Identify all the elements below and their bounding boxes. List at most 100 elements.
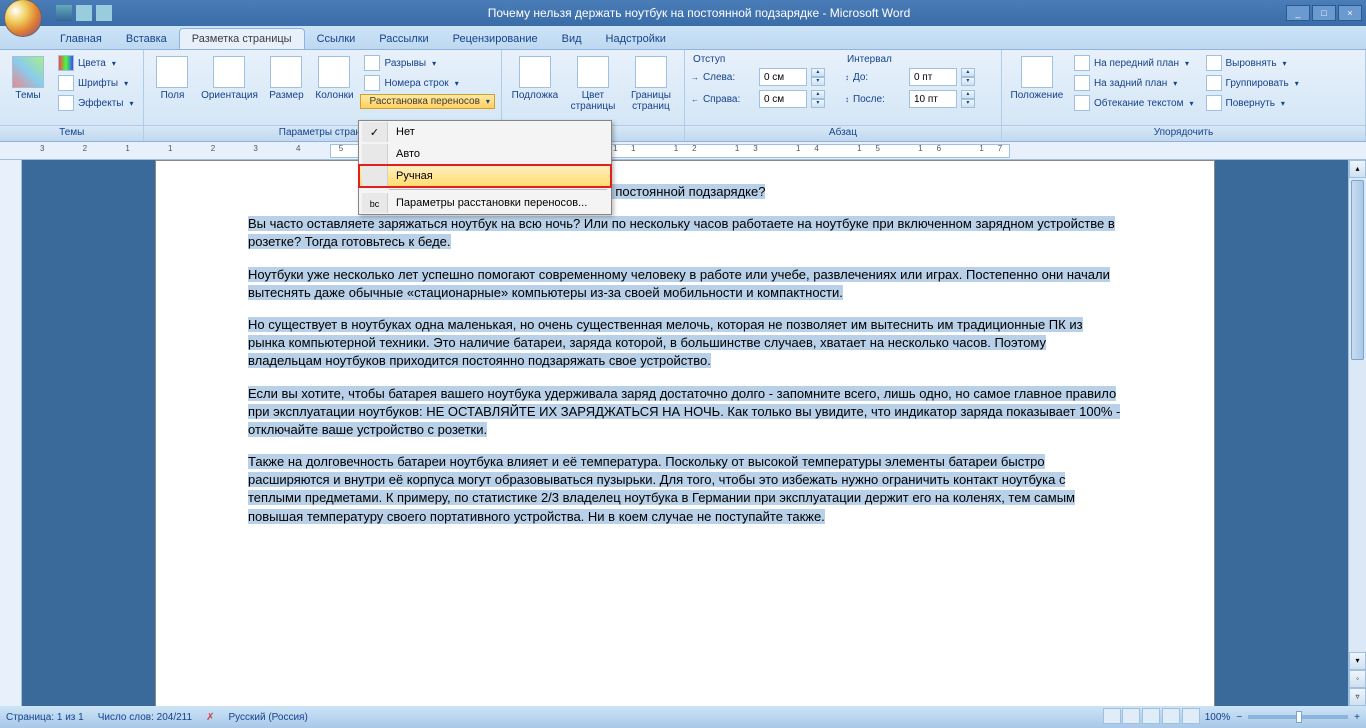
margins-icon (156, 56, 188, 88)
send-back-button[interactable]: На задний план (1070, 74, 1198, 92)
spin-up[interactable]: ▴ (811, 68, 825, 77)
tab-view[interactable]: Вид (550, 29, 594, 49)
spin-down[interactable]: ▾ (961, 77, 975, 86)
indent-left-input[interactable] (759, 68, 807, 86)
page-color-button[interactable]: Цвет страницы (566, 54, 620, 114)
window-title: Почему нельзя держать ноутбук на постоян… (112, 6, 1286, 20)
tab-home[interactable]: Главная (48, 29, 114, 49)
breaks-icon (364, 55, 380, 71)
tab-review[interactable]: Рецензирование (441, 29, 550, 49)
redo-icon[interactable] (96, 5, 112, 21)
minimize-btn[interactable]: _ (1286, 5, 1310, 21)
theme-colors[interactable]: Цвета (54, 54, 137, 72)
zoom-slider[interactable] (1248, 715, 1348, 719)
bring-front-icon (1074, 55, 1090, 71)
doc-p2[interactable]: Ноутбуки уже несколько лет успешно помог… (248, 267, 1110, 300)
doc-p1[interactable]: Вы часто оставляете заряжаться ноутбук н… (248, 216, 1115, 249)
position-button[interactable]: Положение (1008, 54, 1066, 103)
doc-p4[interactable]: Если вы хотите, чтобы батарея вашего ноу… (248, 386, 1120, 437)
indent-left-icon: → (691, 73, 699, 82)
save-icon[interactable] (56, 5, 72, 21)
columns-button[interactable]: Колонки (312, 54, 356, 103)
horizontal-ruler[interactable]: 3 2 1 1 2 3 4 5 6 7 8 9 10 11 12 13 14 1… (0, 142, 1366, 160)
spin-up[interactable]: ▴ (811, 90, 825, 99)
spacing-after-input[interactable] (909, 90, 957, 108)
next-page-icon[interactable]: ▿ (1349, 688, 1366, 706)
tab-addins[interactable]: Надстройки (594, 29, 678, 49)
zoom-in[interactable]: + (1354, 712, 1360, 723)
view-print-layout[interactable] (1103, 708, 1121, 724)
doc-p3[interactable]: Но существует в ноутбуках одна маленькая… (248, 317, 1083, 368)
size-icon (270, 56, 302, 88)
page-borders-button[interactable]: Границы страниц (624, 54, 678, 114)
doc-title[interactable]: а постоянной подзарядке? (605, 184, 766, 199)
scroll-down-icon[interactable]: ▾ (1349, 652, 1366, 670)
hyphen-auto[interactable]: Авто (359, 143, 611, 165)
view-outline[interactable] (1162, 708, 1180, 724)
orientation-icon (213, 56, 245, 88)
indent-label: Отступ (691, 54, 841, 65)
spacing-before-input[interactable] (909, 68, 957, 86)
size-button[interactable]: Размер (264, 54, 308, 103)
zoom-level[interactable]: 100% (1205, 712, 1231, 723)
position-icon (1021, 56, 1053, 88)
hyphenation-button[interactable]: Расстановка переносов (360, 94, 494, 109)
watermark-button[interactable]: Подложка (508, 54, 562, 103)
spin-up[interactable]: ▴ (961, 90, 975, 99)
align-button[interactable]: Выровнять (1202, 54, 1303, 72)
vertical-scrollbar[interactable]: ▴ ▾ ◦ ▿ (1348, 160, 1366, 706)
view-web[interactable] (1142, 708, 1160, 724)
theme-effects[interactable]: Эффекты (54, 94, 137, 112)
scroll-up-icon[interactable]: ▴ (1349, 160, 1366, 178)
rotate-button[interactable]: Повернуть (1202, 94, 1303, 112)
tab-references[interactable]: Ссылки (305, 29, 368, 49)
close-btn[interactable]: × (1338, 5, 1362, 21)
zoom-out[interactable]: − (1236, 712, 1242, 723)
office-button[interactable] (4, 0, 42, 37)
group-paragraph: Отступ →Слева:▴▾ ←Справа:▴▾ Интервал ↕До… (685, 50, 1002, 141)
breaks-button[interactable]: Разрывы (360, 54, 494, 72)
maximize-btn[interactable]: □ (1312, 5, 1336, 21)
status-words[interactable]: Число слов: 204/211 (98, 712, 192, 723)
vertical-ruler[interactable] (0, 160, 22, 706)
doc-p5[interactable]: Также на долговечность батареи ноутбука … (248, 454, 1075, 524)
theme-fonts[interactable]: Шрифты (54, 74, 137, 92)
group-icon (1206, 75, 1222, 91)
tab-insert[interactable]: Вставка (114, 29, 179, 49)
orientation-button[interactable]: Ориентация (198, 54, 260, 103)
prev-page-icon[interactable]: ◦ (1349, 670, 1366, 688)
undo-icon[interactable] (76, 5, 92, 21)
group-themes: Темы Цвета Шрифты Эффекты Темы (0, 50, 144, 141)
hyphen-manual[interactable]: Ручная (359, 165, 611, 187)
window-controls: _ □ × (1286, 5, 1362, 21)
status-page[interactable]: Страница: 1 из 1 (6, 712, 84, 723)
status-language[interactable]: Русский (Россия) (228, 712, 307, 723)
ribbon: Темы Цвета Шрифты Эффекты Темы Поля Орие… (0, 50, 1366, 142)
tab-page-layout[interactable]: Разметка страницы (179, 28, 305, 49)
spin-down[interactable]: ▾ (961, 99, 975, 108)
indent-right-input[interactable] (759, 90, 807, 108)
document-area[interactable]: а постоянной подзарядке? Вы часто оставл… (22, 160, 1348, 706)
tab-mailings[interactable]: Рассылки (367, 29, 440, 49)
themes-button[interactable]: Темы (6, 54, 50, 103)
spin-down[interactable]: ▾ (811, 99, 825, 108)
view-draft[interactable] (1182, 708, 1200, 724)
page-color-icon (577, 56, 609, 88)
hyphen-none[interactable]: ✓Нет (359, 121, 611, 143)
status-proofing-icon[interactable]: ✗ (206, 712, 214, 723)
view-full-screen[interactable] (1122, 708, 1140, 724)
scroll-thumb[interactable] (1351, 180, 1364, 360)
align-icon (1206, 55, 1222, 71)
line-numbers-button[interactable]: Номера строк (360, 74, 494, 92)
zoom-handle[interactable] (1296, 711, 1302, 723)
effects-icon (58, 95, 74, 111)
menu-separator (389, 189, 607, 190)
spin-down[interactable]: ▾ (811, 77, 825, 86)
watermark-icon (519, 56, 551, 88)
text-wrap-button[interactable]: Обтекание текстом (1070, 94, 1198, 112)
group-button[interactable]: Группировать (1202, 74, 1303, 92)
bring-front-button[interactable]: На передний план (1070, 54, 1198, 72)
hyphen-options[interactable]: bcПараметры расстановки переносов... (359, 192, 611, 214)
spin-up[interactable]: ▴ (961, 68, 975, 77)
margins-button[interactable]: Поля (150, 54, 194, 103)
